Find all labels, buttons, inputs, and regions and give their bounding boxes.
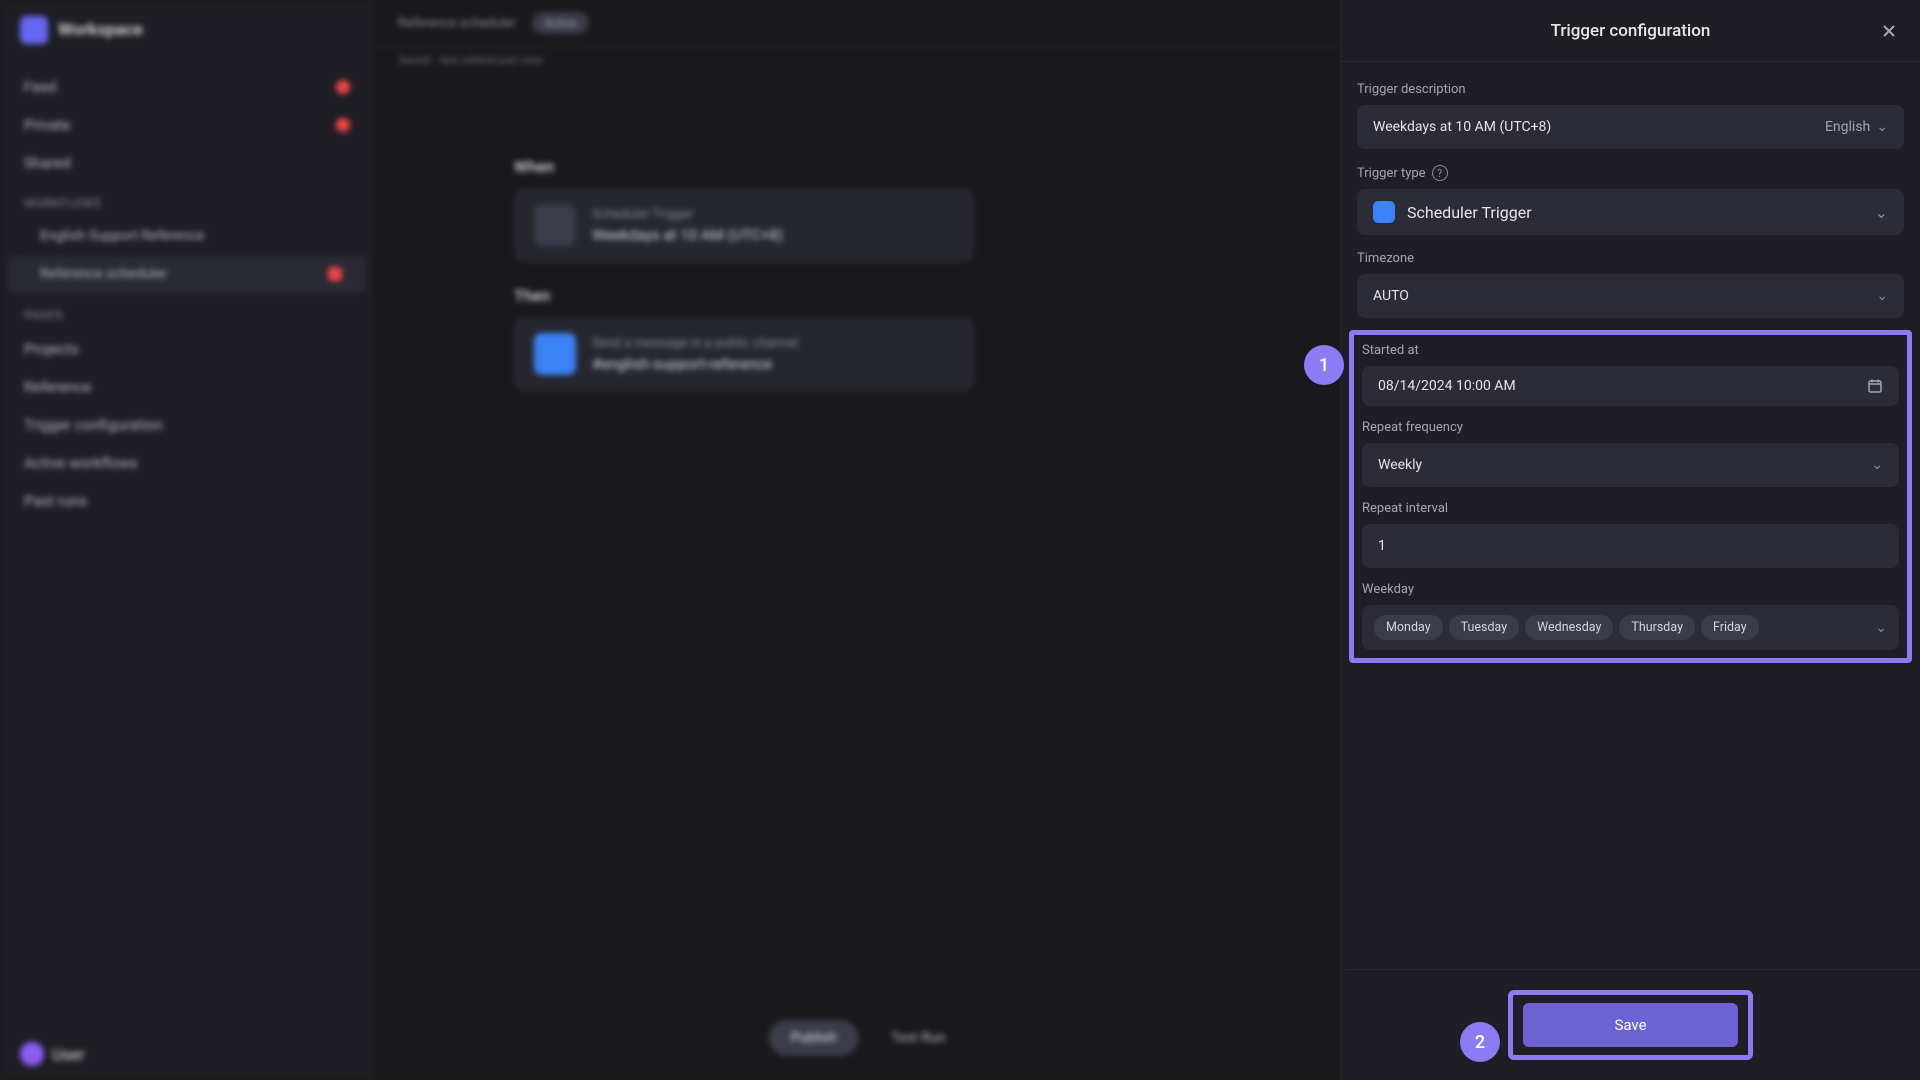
sidebar-item-shared[interactable]: Shared bbox=[0, 144, 374, 182]
weekday-field: Weekday Monday Tuesday Wednesday Thursda… bbox=[1362, 582, 1899, 650]
weekday-chips: Monday Tuesday Wednesday Thursday Friday bbox=[1374, 615, 1759, 640]
status-pill: Active bbox=[532, 12, 589, 34]
trigger-type-value: Scheduler Trigger bbox=[1407, 203, 1863, 222]
page-item[interactable]: Projects bbox=[0, 330, 374, 368]
sidebar: Workspace Feed Private Shared WORKFLOWS … bbox=[0, 0, 374, 1080]
scheduler-icon bbox=[534, 204, 576, 246]
timezone-field: Timezone AUTO ⌄ bbox=[1357, 251, 1904, 318]
weekday-chip[interactable]: Wednesday bbox=[1525, 615, 1613, 640]
chevron-down-icon: ⌄ bbox=[1876, 288, 1888, 304]
description-value: Weekdays at 10 AM (UTC+8) bbox=[1373, 119, 1551, 135]
weekday-chip[interactable]: Thursday bbox=[1619, 615, 1695, 640]
node-title: Send a message in a public channel bbox=[592, 336, 798, 351]
workflow-group[interactable]: English Support Reference bbox=[0, 218, 374, 254]
chevron-down-icon: ⌄ bbox=[1875, 620, 1887, 636]
workflow-item-active[interactable]: Reference scheduler bbox=[8, 256, 366, 292]
sidebar-item-private[interactable]: Private bbox=[0, 106, 374, 144]
unread-badge bbox=[336, 80, 350, 94]
canvas-area: Reference scheduler Active Saved · last … bbox=[374, 0, 1340, 1080]
scheduler-icon bbox=[1373, 201, 1395, 223]
field-label: Started at bbox=[1362, 343, 1899, 358]
panel-footer: Save bbox=[1341, 969, 1920, 1080]
started-at-input[interactable]: 08/14/2024 10:00 AM bbox=[1362, 366, 1899, 406]
page-item[interactable]: Active workflows bbox=[0, 444, 374, 482]
trigger-type-field: Trigger type ? Scheduler Trigger ⌄ bbox=[1357, 165, 1904, 235]
section-pages-label: PAGES bbox=[0, 294, 374, 330]
workspace-avatar bbox=[20, 16, 48, 44]
sidebar-item-feed[interactable]: Feed bbox=[0, 68, 374, 106]
weekday-chip[interactable]: Friday bbox=[1701, 615, 1759, 640]
trigger-type-select[interactable]: Scheduler Trigger ⌄ bbox=[1357, 189, 1904, 235]
main-header: Reference scheduler Active bbox=[374, 0, 1340, 47]
breadcrumb[interactable]: Reference scheduler bbox=[398, 16, 516, 31]
description-input[interactable]: Weekdays at 10 AM (UTC+8) English ⌄ bbox=[1357, 105, 1904, 149]
weekday-select[interactable]: Monday Tuesday Wednesday Thursday Friday… bbox=[1362, 605, 1899, 650]
then-label: Then bbox=[514, 286, 1200, 305]
timezone-value: AUTO bbox=[1373, 288, 1409, 304]
timezone-select[interactable]: AUTO ⌄ bbox=[1357, 274, 1904, 318]
alert-badge bbox=[328, 267, 342, 281]
close-button[interactable] bbox=[1874, 16, 1904, 46]
trigger-description-field: Trigger description Weekdays at 10 AM (U… bbox=[1357, 82, 1904, 149]
save-highlight: Save bbox=[1508, 990, 1753, 1060]
weekday-chip[interactable]: Monday bbox=[1374, 615, 1443, 640]
field-label: Repeat interval bbox=[1362, 501, 1899, 516]
page-item[interactable]: Past runs bbox=[0, 482, 374, 520]
callout-badge-2: 2 bbox=[1460, 1022, 1500, 1062]
field-label: Trigger description bbox=[1357, 82, 1904, 97]
weekday-chip[interactable]: Tuesday bbox=[1449, 615, 1520, 640]
bottom-bar: Publish Test Run bbox=[769, 1020, 946, 1056]
saved-hint: Saved · last edited just now bbox=[374, 47, 1340, 73]
close-icon bbox=[1881, 23, 1897, 39]
calendar-icon bbox=[1867, 378, 1883, 394]
field-label: Timezone bbox=[1357, 251, 1904, 266]
callout-badge-1: 1 bbox=[1304, 345, 1344, 385]
trigger-config-panel: Trigger configuration Trigger descriptio… bbox=[1340, 0, 1920, 1080]
language-selector[interactable]: English ⌄ bbox=[1825, 119, 1888, 135]
action-node[interactable]: Send a message in a public channel #engl… bbox=[514, 317, 974, 391]
node-title: Scheduler Trigger bbox=[592, 207, 783, 222]
started-at-field: Started at 08/14/2024 10:00 AM bbox=[1362, 343, 1899, 406]
channel-icon bbox=[534, 333, 576, 375]
unread-badge bbox=[336, 118, 350, 132]
field-label: Repeat frequency bbox=[1362, 420, 1899, 435]
workspace-name: Workspace bbox=[58, 20, 143, 40]
chevron-down-icon: ⌄ bbox=[1875, 203, 1888, 222]
user-footer[interactable]: User bbox=[0, 1028, 374, 1080]
repeat-interval-field: Repeat interval 1 bbox=[1362, 501, 1899, 568]
info-icon[interactable]: ? bbox=[1432, 165, 1448, 181]
chevron-down-icon: ⌄ bbox=[1871, 457, 1883, 473]
user-name: User bbox=[52, 1045, 85, 1064]
node-subtitle: #english-support-reference bbox=[592, 355, 798, 373]
field-label: Weekday bbox=[1362, 582, 1899, 597]
frequency-value: Weekly bbox=[1378, 457, 1422, 473]
save-button[interactable]: Save bbox=[1523, 1003, 1738, 1047]
publish-button[interactable]: Publish bbox=[769, 1020, 859, 1056]
test-run-button[interactable]: Test Run bbox=[891, 1030, 945, 1046]
user-avatar bbox=[20, 1042, 44, 1066]
schedule-settings-highlight: Started at 08/14/2024 10:00 AM Repeat fr… bbox=[1349, 330, 1912, 663]
page-item[interactable]: Reference bbox=[0, 368, 374, 406]
node-subtitle: Weekdays at 10 AM (UTC+8) bbox=[592, 226, 783, 244]
interval-value: 1 bbox=[1378, 538, 1386, 554]
frequency-select[interactable]: Weekly ⌄ bbox=[1362, 443, 1899, 487]
repeat-frequency-field: Repeat frequency Weekly ⌄ bbox=[1362, 420, 1899, 487]
field-label: Trigger type ? bbox=[1357, 165, 1904, 181]
started-at-value: 08/14/2024 10:00 AM bbox=[1378, 378, 1516, 394]
workspace-switcher[interactable]: Workspace bbox=[0, 0, 374, 60]
panel-title: Trigger configuration bbox=[1551, 21, 1711, 41]
section-workflows-label: WORKFLOWS bbox=[0, 182, 374, 218]
trigger-node[interactable]: Scheduler Trigger Weekdays at 10 AM (UTC… bbox=[514, 188, 974, 262]
panel-header: Trigger configuration bbox=[1341, 0, 1920, 62]
page-item[interactable]: Trigger configuration bbox=[0, 406, 374, 444]
interval-input[interactable]: 1 bbox=[1362, 524, 1899, 568]
chevron-down-icon: ⌄ bbox=[1876, 119, 1888, 135]
when-label: When bbox=[514, 157, 1200, 176]
